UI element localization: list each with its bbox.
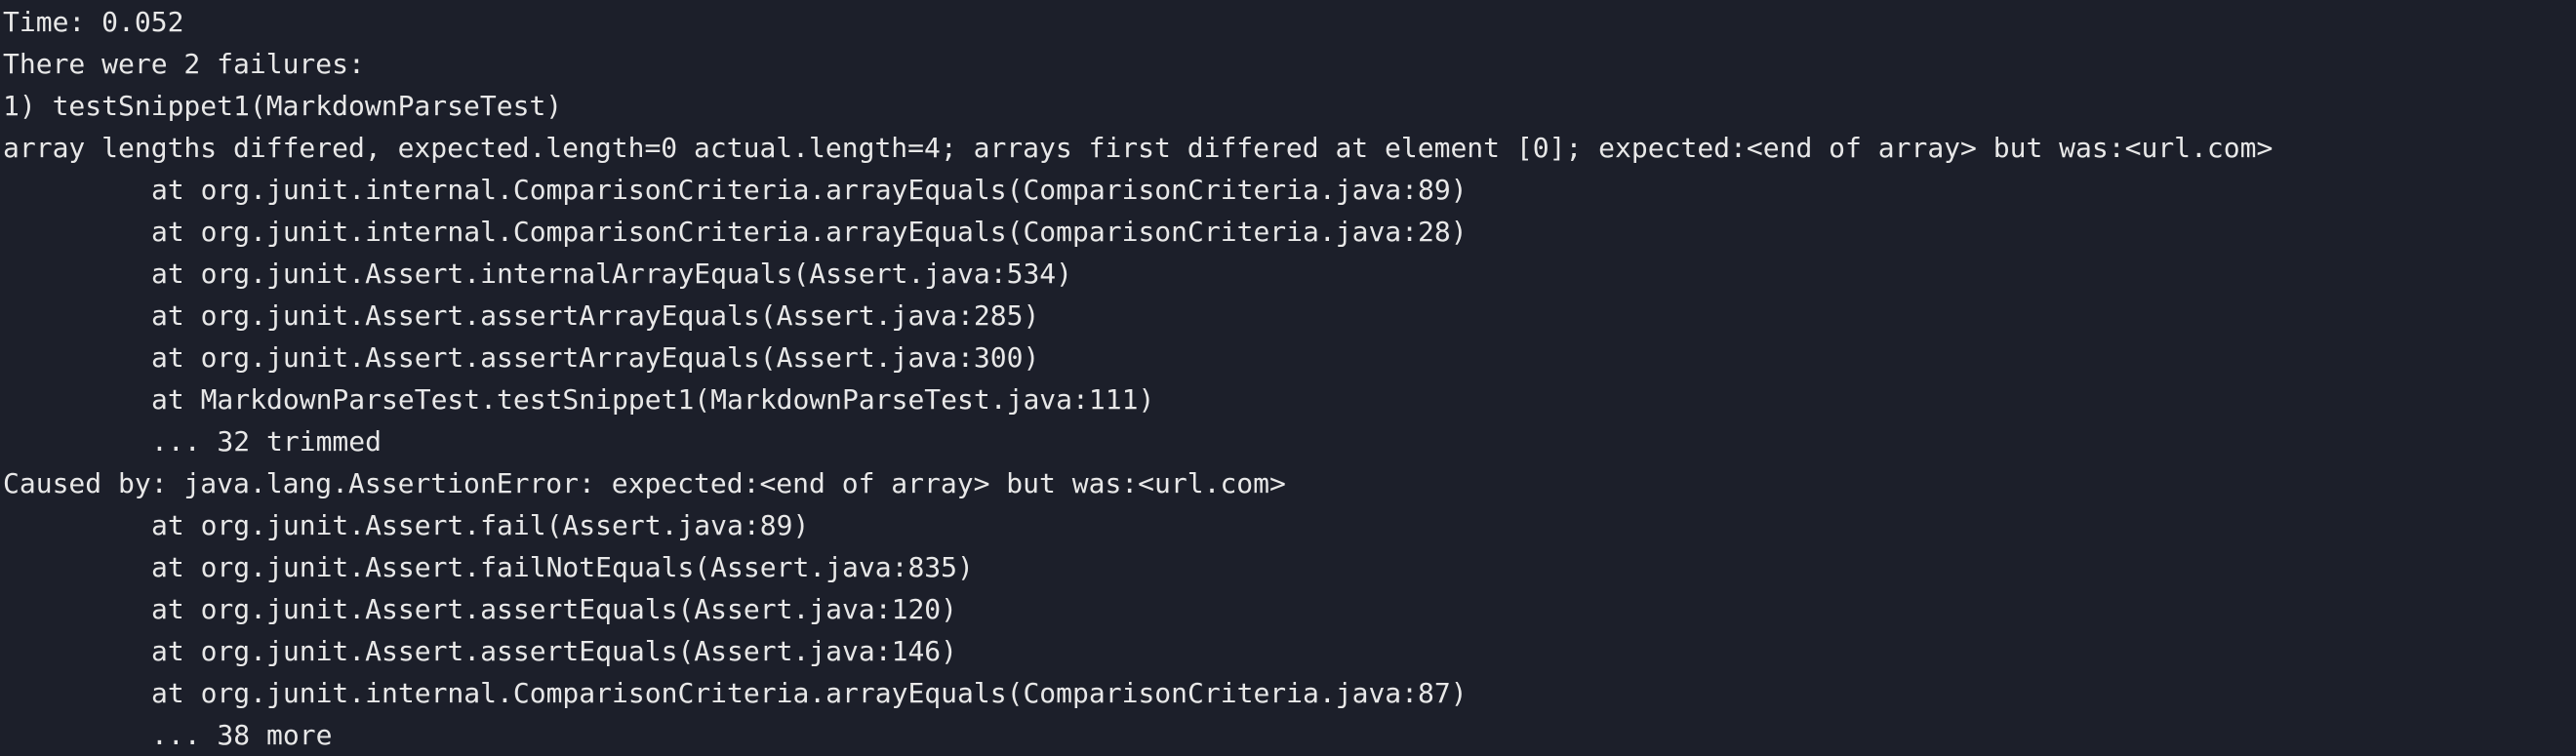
line-text: at org.junit.Assert.fail(Assert.java:89) [151,509,810,541]
line-text: at org.junit.Assert.assertEquals(Assert.… [151,593,958,625]
line-text: at org.junit.internal.ComparisonCriteria… [151,677,1468,709]
stack-trace-line: at org.junit.Assert.failNotEquals(Assert… [3,546,2273,588]
line-text: Caused by: java.lang.AssertionError: exp… [3,467,1286,499]
line-text: at MarkdownParseTest.testSnippet1(Markdo… [151,383,1155,416]
stack-trace-line: at org.junit.internal.ComparisonCriteria… [3,672,2273,714]
output-line: array lengths differed, expected.length=… [3,127,2273,169]
stack-trace-line: at org.junit.Assert.assertEquals(Assert.… [3,630,2273,672]
output-line: There were 2 failures: [3,43,2273,85]
line-text: at org.junit.Assert.internalArrayEquals(… [151,258,1073,290]
stack-trace-line: at org.junit.Assert.fail(Assert.java:89) [3,504,2273,546]
line-text: ... 32 trimmed [151,425,382,458]
line-text: at org.junit.Assert.assertArrayEquals(As… [151,299,1040,332]
stack-trace-line: at org.junit.Assert.assertArrayEquals(As… [3,337,2273,378]
line-text: 1) testSnippet1(MarkdownParseTest) [3,90,563,122]
stack-trace-line: at org.junit.internal.ComparisonCriteria… [3,211,2273,253]
line-text: at org.junit.internal.ComparisonCriteria… [151,174,1468,206]
line-text: at org.junit.Assert.assertArrayEquals(As… [151,341,1040,374]
output-line: Time: 0.052 [3,1,2273,43]
stack-trace-line: ... 38 more [3,714,2273,756]
line-text: at org.junit.internal.ComparisonCriteria… [151,216,1468,248]
stack-trace-line: at org.junit.internal.ComparisonCriteria… [3,169,2273,211]
line-text: at org.junit.Assert.failNotEquals(Assert… [151,551,974,583]
line-text: at org.junit.Assert.assertEquals(Assert.… [151,635,958,667]
line-text: ... 38 more [151,719,333,751]
output-line: Caused by: java.lang.AssertionError: exp… [3,462,2273,504]
line-text: Time: 0.052 [3,6,184,38]
output-line: 1) testSnippet1(MarkdownParseTest) [3,85,2273,127]
stack-trace-line: at org.junit.Assert.internalArrayEquals(… [3,253,2273,295]
stack-trace-line: at org.junit.Assert.assertEquals(Assert.… [3,588,2273,630]
terminal-output: Time: 0.052 There were 2 failures: 1) test… [3,1,2273,756]
line-text: array lengths differed, expected.length=… [3,132,2274,164]
terminal-window[interactable]: Time: 0.052 There were 2 failures: 1) test… [0,0,2576,756]
stack-trace-line: at MarkdownParseTest.testSnippet1(Markdo… [3,378,2273,420]
line-text: There were 2 failures: [3,48,365,80]
stack-trace-line: at org.junit.Assert.assertArrayEquals(As… [3,295,2273,337]
stack-trace-line: ... 32 trimmed [3,420,2273,462]
